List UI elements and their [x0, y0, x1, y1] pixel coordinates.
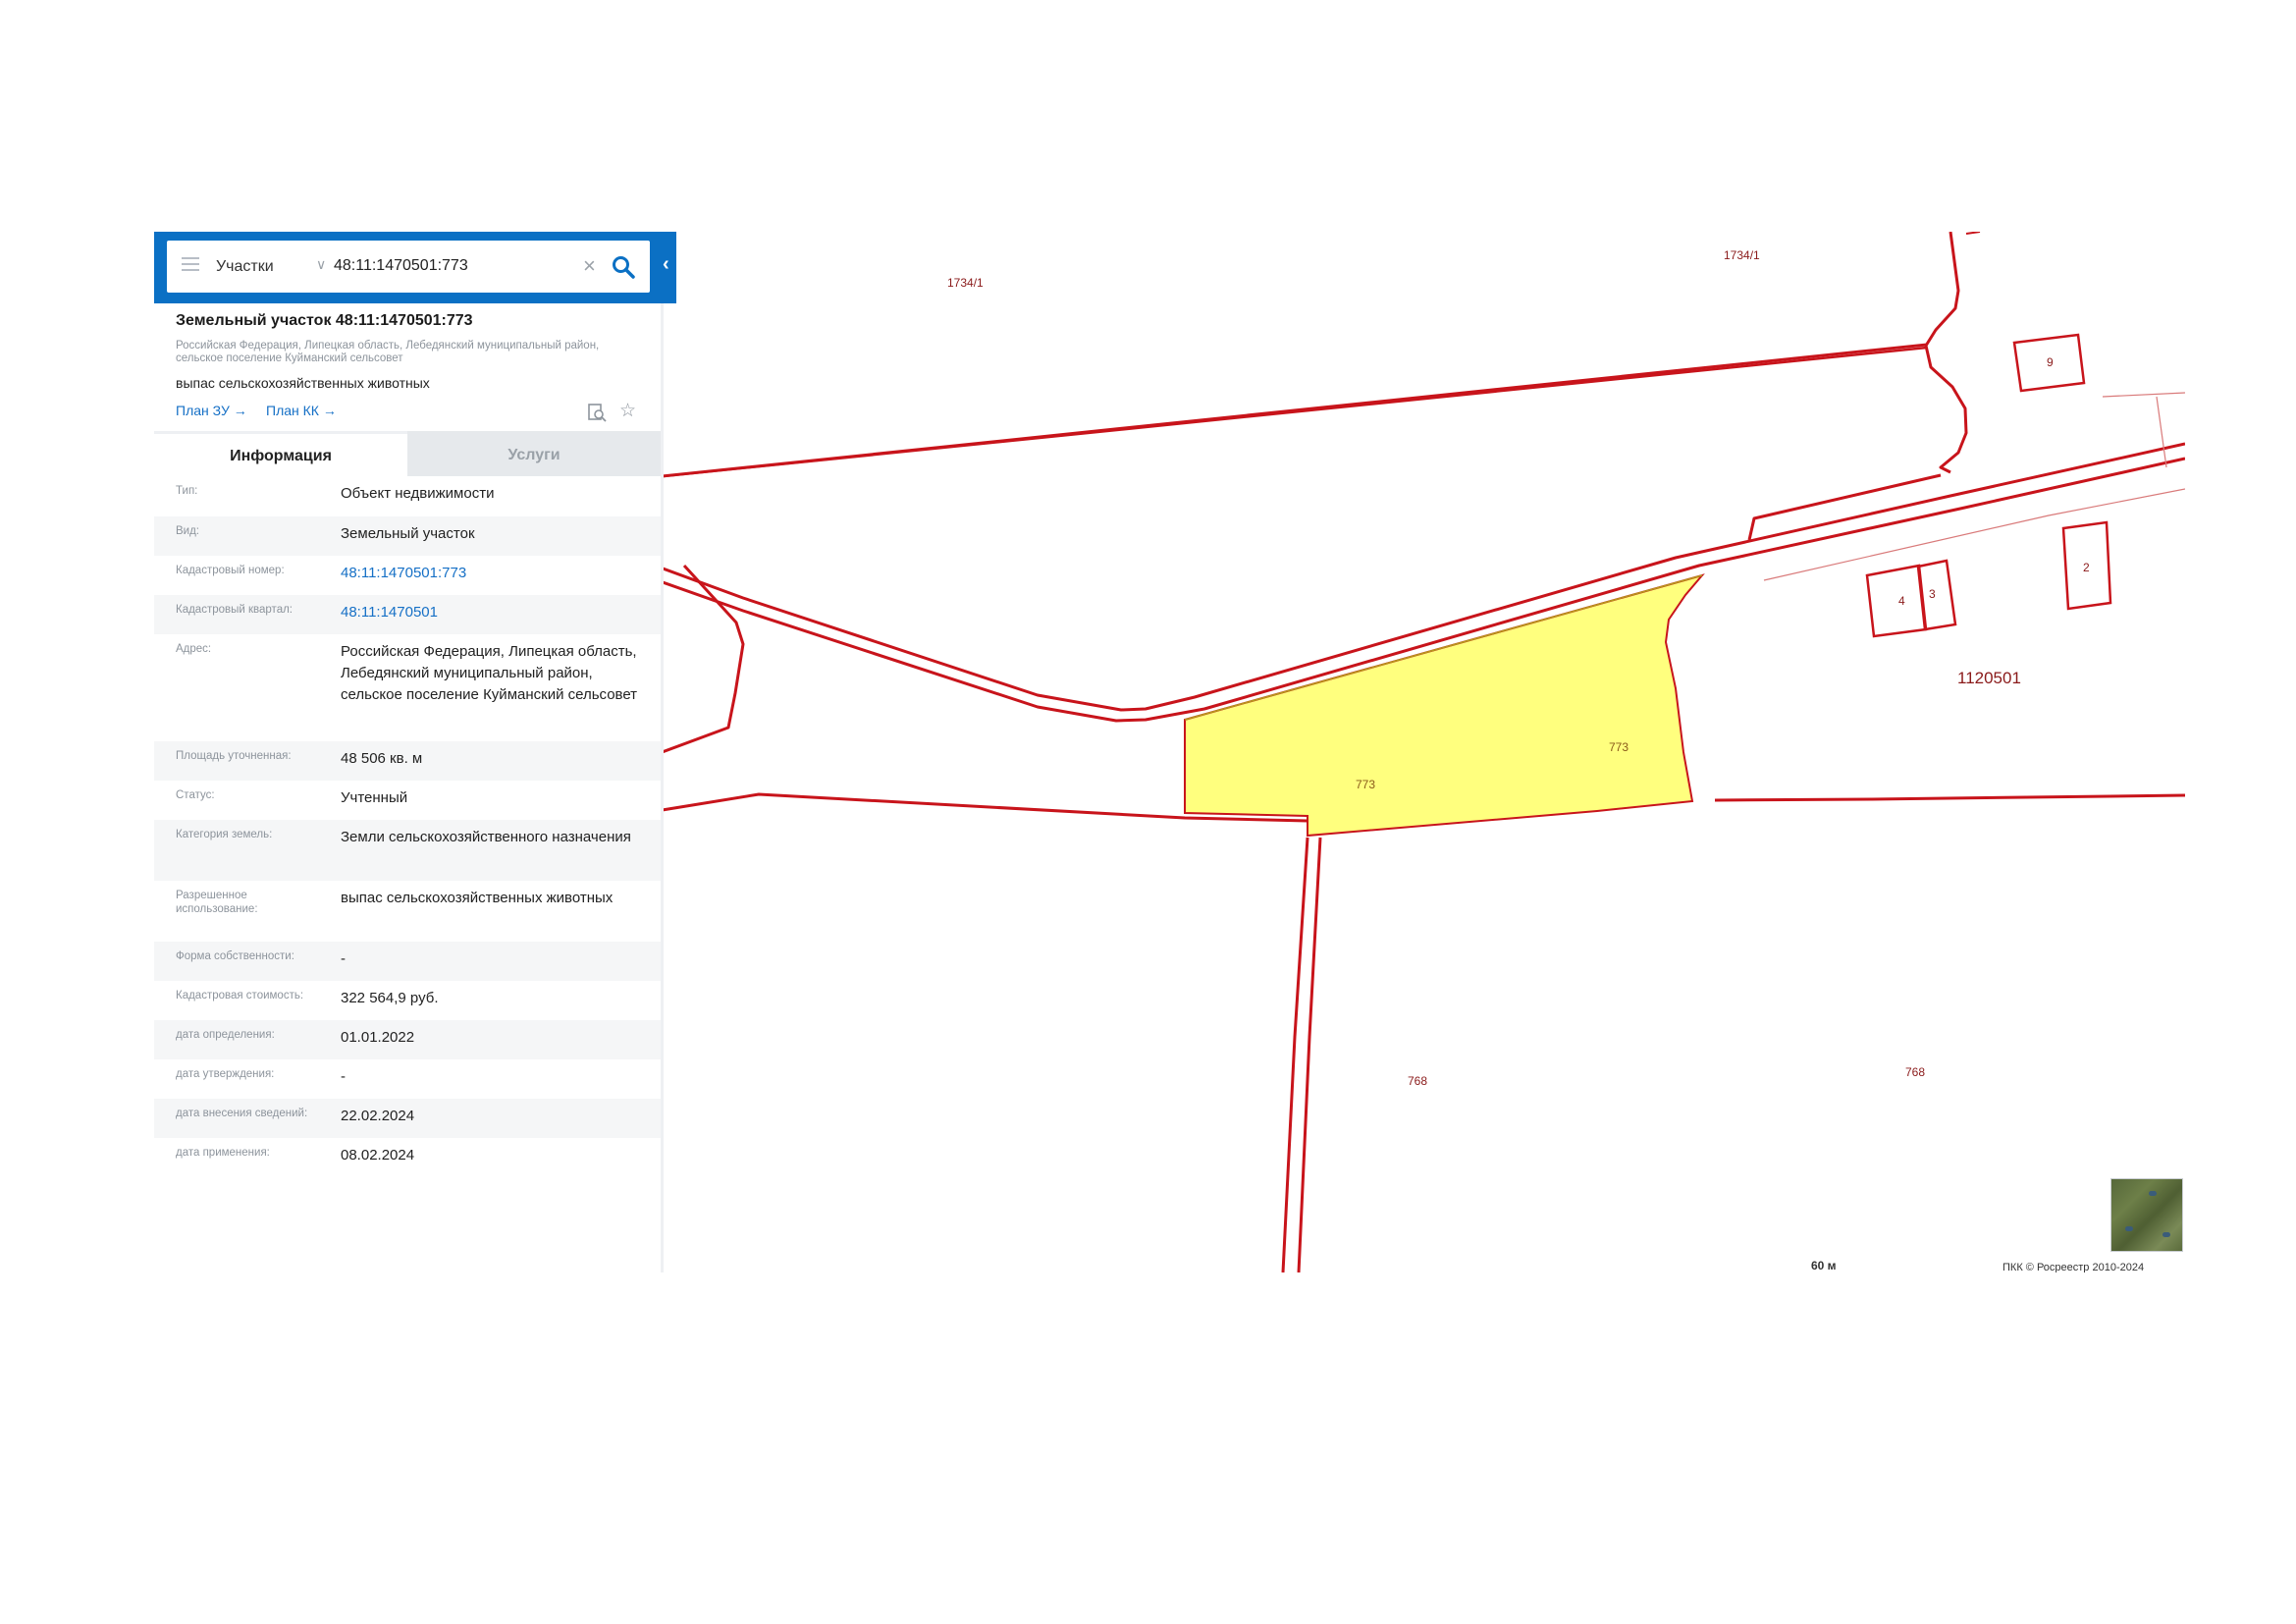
info-value: 01.01.2022 — [341, 1029, 415, 1046]
info-row-cadastral-value: Кадастровая стоимость: 322 564,9 руб. — [154, 981, 661, 1020]
info-label: дата применения: — [176, 1147, 270, 1159]
info-value: 48 506 кв. м — [341, 750, 423, 767]
info-panel: Участки ∨ × ‹ Земельный участок 48:11:14… — [154, 232, 676, 1272]
basemap-switcher-thumbnail[interactable] — [2110, 1178, 2183, 1252]
parcel-label: 1734/1 — [947, 276, 984, 290]
tab-information[interactable]: Информация — [154, 431, 407, 479]
info-label: Категория земель: — [176, 829, 273, 840]
info-row-address: Адрес: Российская Федерация, Липецкая об… — [154, 634, 661, 741]
plan-zu-link[interactable]: План ЗУ → — [176, 403, 247, 418]
info-value: - — [341, 950, 346, 967]
building-label: 2 — [2083, 561, 2090, 574]
info-label: Форма собственности: — [176, 950, 294, 962]
info-row-permitted-use: Разрешенное использование: выпас сельско… — [154, 881, 661, 942]
info-row-date-applied: дата применения: 08.02.2024 — [154, 1138, 661, 1177]
search-icon[interactable] — [611, 254, 636, 280]
info-row-date-determined: дата определения: 01.01.2022 — [154, 1020, 661, 1059]
info-row-cadastral-quarter: Кадастровый квартал: 48:11:1470501 — [154, 595, 661, 634]
info-label: Разрешенное использование: — [176, 890, 258, 915]
info-value: 08.02.2024 — [341, 1147, 415, 1164]
info-row-land-category: Категория земель: Земли сельскохозяйстве… — [154, 820, 661, 881]
info-value: Земли сельскохозяйственного назначения — [341, 829, 631, 845]
info-value: Земельный участок — [341, 525, 475, 542]
info-row-ownership: Форма собственности: - — [154, 942, 661, 981]
info-label: дата определения: — [176, 1029, 275, 1041]
boundary-line — [1747, 473, 1942, 541]
search-bar: Участки ∨ × ‹ — [154, 232, 676, 303]
hamburger-menu-icon[interactable] — [182, 257, 199, 271]
info-row-date-entered: дата внесения сведений: 22.02.2024 — [154, 1099, 661, 1138]
boundary-line — [2156, 396, 2167, 468]
star-icon[interactable]: ☆ — [619, 400, 636, 422]
info-row-status: Статус: Учтенный — [154, 781, 661, 820]
parcel-label: 773 — [1609, 740, 1629, 754]
search-box: Участки ∨ × — [167, 241, 650, 293]
app-screenshot: 1734/1 1734/1 9 2 3 4 1120501 773 773 76… — [154, 232, 2185, 1272]
cadastral-quarter-link[interactable]: 48:11:1470501 — [341, 602, 653, 623]
parcel-label: 768 — [1408, 1074, 1427, 1088]
boundary-line — [1714, 793, 2185, 802]
info-value: Объект недвижимости — [341, 485, 495, 502]
info-value: выпас сельскохозяйственных животных — [341, 890, 614, 906]
building-outline[interactable] — [1865, 564, 1928, 638]
building-label: 3 — [1929, 587, 1936, 601]
search-input[interactable] — [334, 252, 550, 280]
info-row-area: Площадь уточненная: 48 506 кв. м — [154, 741, 661, 781]
info-row-cadastral-number: Кадастровый номер: 48:11:1470501:773 — [154, 556, 661, 595]
report-search-icon[interactable] — [587, 403, 607, 422]
info-row-type: Тип: Объект недвижимости — [154, 476, 661, 516]
info-label: Кадастровая стоимость: — [176, 990, 304, 1001]
tab-services[interactable]: Услуги — [407, 431, 661, 476]
info-label: Статус: — [176, 789, 215, 801]
building-outline[interactable] — [1916, 559, 1957, 631]
info-label: Площадь уточненная: — [176, 750, 292, 762]
info-value: 322 564,9 руб. — [341, 990, 439, 1006]
info-row-kind: Вид: Земельный участок — [154, 516, 661, 556]
clear-icon[interactable]: × — [583, 252, 596, 280]
object-permitted-use: выпас сельскохозяйственных животных — [176, 375, 430, 391]
info-label: дата утверждения: — [176, 1068, 275, 1080]
boundary-line — [1281, 837, 1309, 1272]
building-label: 9 — [2047, 355, 2054, 369]
object-address: Российская Федерация, Липецкая область, … — [176, 340, 600, 364]
cadastral-number-link[interactable]: 48:11:1470501:773 — [341, 563, 653, 584]
layer-select[interactable]: Участки — [216, 241, 274, 293]
info-label: Кадастровый квартал: — [176, 604, 293, 616]
map-copyright: ПКК © Росреестр 2010-2024 — [2002, 1262, 2145, 1272]
chevron-down-icon[interactable]: ∨ — [316, 256, 326, 273]
parcel-label: 1734/1 — [1724, 248, 1760, 262]
info-label: дата внесения сведений: — [176, 1108, 308, 1119]
collapse-panel-icon[interactable]: ‹ — [663, 253, 669, 276]
object-title: Земельный участок 48:11:1470501:773 — [176, 312, 473, 329]
info-label: Вид: — [176, 525, 199, 537]
plan-kk-link[interactable]: План КК → — [266, 403, 337, 418]
info-value: - — [341, 1068, 346, 1085]
boundary-line — [2102, 392, 2185, 398]
quarter-label: 1120501 — [1957, 669, 2021, 687]
boundary-line — [1924, 232, 1968, 474]
info-value: Российская Федерация, Липецкая область, … — [341, 643, 638, 703]
info-value: 22.02.2024 — [341, 1108, 415, 1124]
info-value: Учтенный — [341, 789, 408, 806]
info-table: Тип: Объект недвижимости Вид: Земельный … — [154, 476, 661, 1177]
boundary-line — [1965, 232, 1981, 235]
scale-bar-label: 60 м — [1811, 1259, 1837, 1272]
info-label: Адрес: — [176, 643, 212, 655]
boundary-line — [595, 346, 1928, 485]
selected-parcel-773[interactable] — [1184, 573, 1705, 838]
info-label: Кадастровый номер: — [176, 565, 285, 576]
parcel-label: 773 — [1356, 778, 1375, 791]
info-row-date-approved: дата утверждения: - — [154, 1059, 661, 1099]
building-label: 4 — [1898, 594, 1905, 608]
parcel-label: 768 — [1905, 1065, 1925, 1079]
info-label: Тип: — [176, 485, 198, 497]
